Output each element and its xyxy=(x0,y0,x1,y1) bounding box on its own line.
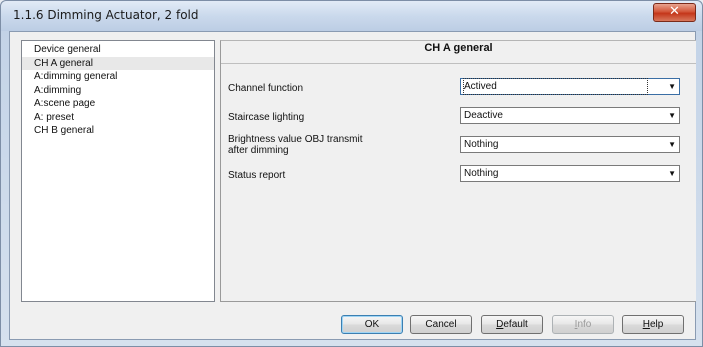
channel-function-label: Channel function xyxy=(228,83,304,94)
ok-button[interactable]: OK xyxy=(341,315,403,334)
staircase-lighting-select[interactable]: Deactive ▼ xyxy=(460,107,680,124)
channel-function-select[interactable]: Actived ▼ xyxy=(460,78,680,95)
tree-item-a-scene-page[interactable]: A:scene page xyxy=(22,97,214,111)
panel-title: CH A general xyxy=(424,42,493,54)
brightness-transmit-label: Brightness value OBJ transmit after dimm… xyxy=(228,134,363,156)
cancel-button[interactable]: Cancel xyxy=(410,315,472,334)
default-button-rest: efault xyxy=(503,319,528,330)
title-bar[interactable]: 1.1.6 Dimming Actuator, 2 fold ✕ xyxy=(1,1,702,31)
brightness-transmit-select[interactable]: Nothing ▼ xyxy=(460,136,680,153)
tree-item-device-general[interactable]: Device general xyxy=(22,43,214,57)
chevron-down-icon: ▼ xyxy=(668,111,676,120)
tree-item-a-dimming-general[interactable]: A:dimming general xyxy=(22,70,214,84)
help-button-rest: elp xyxy=(649,319,664,330)
info-button[interactable]: Info xyxy=(552,315,614,334)
status-report-value: Nothing xyxy=(464,168,499,179)
dialog-window: 1.1.6 Dimming Actuator, 2 fold ✕ Device … xyxy=(0,0,703,347)
brightness-transmit-label-line2: after dimming xyxy=(228,145,289,156)
help-button-mnemonic: H xyxy=(642,319,650,330)
parameter-panel: CH A general Channel function Actived ▼ … xyxy=(220,40,696,302)
tree-item-ch-b-general[interactable]: CH B general xyxy=(22,124,214,138)
chevron-down-icon: ▼ xyxy=(668,169,676,178)
chevron-down-icon: ▼ xyxy=(668,140,676,149)
brightness-transmit-value: Nothing xyxy=(464,139,499,150)
staircase-lighting-label: Staircase lighting xyxy=(228,112,305,123)
channel-function-value: Actived xyxy=(463,78,648,95)
brightness-transmit-label-line1: Brightness value OBJ transmit xyxy=(228,134,363,145)
tree-item-ch-a-general[interactable]: CH A general xyxy=(22,56,214,70)
window-title: 1.1.6 Dimming Actuator, 2 fold xyxy=(13,8,199,22)
help-button[interactable]: Help xyxy=(622,315,684,334)
staircase-lighting-value: Deactive xyxy=(464,110,503,121)
tree-item-a-dimming[interactable]: A:dimming xyxy=(22,84,214,98)
tree-item-a-preset[interactable]: A: preset xyxy=(22,111,214,125)
status-report-select[interactable]: Nothing ▼ xyxy=(460,165,680,182)
status-report-label: Status report xyxy=(228,170,286,181)
chevron-down-icon: ▼ xyxy=(668,82,676,91)
close-button[interactable]: ✕ xyxy=(653,3,696,22)
close-icon: ✕ xyxy=(669,4,680,19)
info-button-rest: nfo xyxy=(577,319,592,330)
parameter-tree[interactable]: Device general CH A general A:dimming ge… xyxy=(21,40,215,302)
panel-divider xyxy=(221,63,696,64)
default-button[interactable]: Default xyxy=(481,315,543,334)
